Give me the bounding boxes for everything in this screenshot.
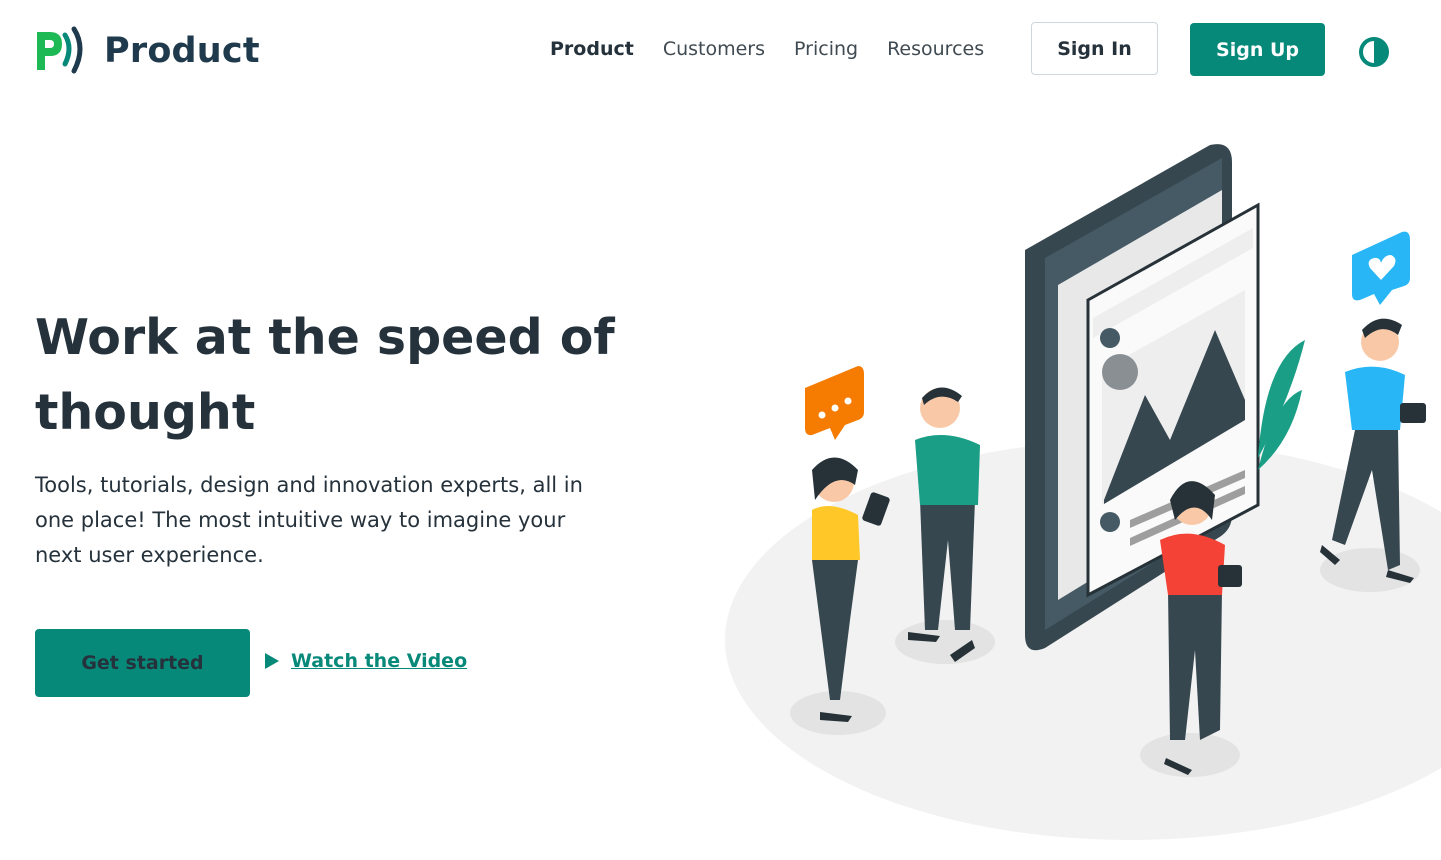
get-started-button[interactable]: Get started bbox=[35, 629, 250, 697]
watch-video-link[interactable]: Watch the Video bbox=[264, 650, 467, 672]
logo-icon bbox=[37, 26, 83, 74]
heart-bubble-icon bbox=[1352, 231, 1410, 305]
nav-customers[interactable]: Customers bbox=[663, 36, 765, 62]
sign-in-button[interactable]: Sign In bbox=[1031, 22, 1158, 75]
nav-pricing[interactable]: Pricing bbox=[794, 36, 858, 62]
watch-video-label: Watch the Video bbox=[291, 650, 468, 672]
nav-product[interactable]: Product bbox=[550, 36, 634, 62]
chat-bubble-icon bbox=[805, 366, 864, 440]
plant-leaves bbox=[1258, 340, 1305, 470]
logo[interactable]: Product bbox=[34, 26, 260, 76]
site-header: Product Product Customers Pricing Resour… bbox=[0, 0, 1441, 100]
main-nav: Product Customers Pricing Resources bbox=[550, 36, 1013, 62]
hero-title: Work at the speed of thought bbox=[35, 309, 615, 441]
sign-up-button[interactable]: Sign Up bbox=[1190, 23, 1325, 76]
contrast-icon[interactable] bbox=[1358, 36, 1390, 68]
people-with-phones-illustration bbox=[725, 144, 1441, 840]
nav-resources[interactable]: Resources bbox=[887, 36, 984, 62]
logo-text: Product bbox=[104, 31, 260, 71]
hero-subtitle: Tools, tutorials, design and innovation … bbox=[35, 473, 583, 567]
play-icon bbox=[265, 653, 279, 669]
